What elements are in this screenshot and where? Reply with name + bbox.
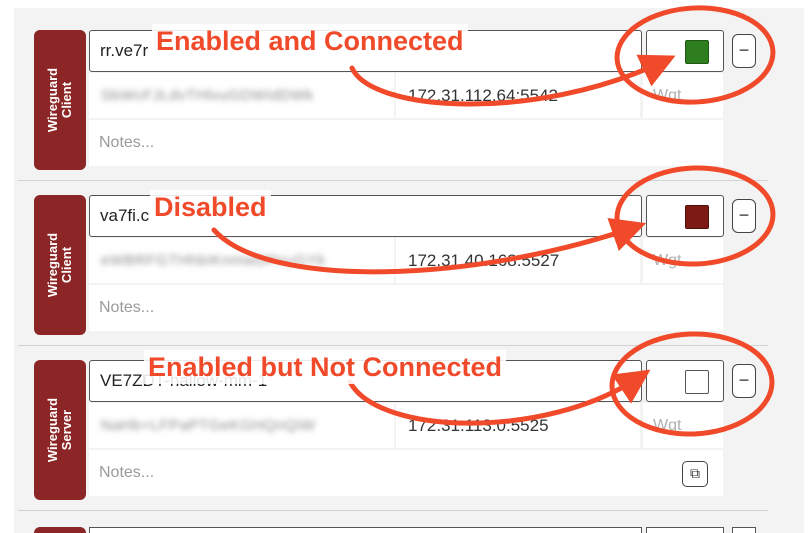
peer-list: Wireguard Client rr.ve7r − SbWcFJLdvTHlv… — [0, 0, 810, 533]
status-indicator — [685, 370, 709, 394]
remove-peer-button[interactable]: − — [732, 364, 756, 398]
annotation-label: Disabled — [150, 190, 271, 224]
minus-icon: − — [738, 370, 750, 390]
annotation-label: Enabled and Connected — [152, 24, 468, 58]
minus-icon: − — [738, 40, 750, 60]
peer-entry-partial — [89, 527, 642, 533]
remove-peer-button[interactable]: − — [732, 199, 756, 233]
divider — [18, 510, 768, 511]
endpoint-field[interactable]: 172.31.113.0:5525 — [396, 403, 640, 448]
peer-type-badge: Wireguard Server — [34, 360, 86, 500]
status-indicator — [685, 40, 709, 64]
public-key-value: eWBRFGTHhbIKnmwDPnuGYk — [101, 252, 326, 269]
peer-type-badge: Wireguard Client — [34, 30, 86, 170]
status-toggle[interactable] — [646, 195, 724, 237]
peer-entry-partial — [646, 527, 724, 533]
public-key-field[interactable]: SbWcFJLdvTHlvuGDWIdDWk — [89, 73, 394, 118]
peer-entry-partial — [732, 527, 756, 533]
peer-entry-partial — [34, 527, 86, 533]
minus-icon: − — [738, 205, 750, 225]
notes-field[interactable]: Notes... — [89, 285, 723, 331]
remove-peer-button[interactable]: − — [732, 34, 756, 68]
status-toggle[interactable] — [646, 360, 724, 402]
peer-entry: Wireguard Client va7fi.c − eWBRFGTHhbIKn… — [0, 173, 810, 338]
weight-field[interactable]: Wgt — [643, 238, 723, 283]
peer-type-label: Wireguard Client — [45, 232, 74, 298]
status-toggle[interactable] — [646, 30, 724, 72]
weight-field[interactable]: Wgt — [643, 403, 723, 448]
copy-icon: ⧉ — [690, 465, 700, 481]
public-key-value: SbWcFJLdvTHlvuGDWIdDWk — [101, 87, 314, 104]
peer-type-label: Wireguard Server — [45, 397, 74, 463]
public-key-field[interactable]: NaHb+LFPaPTGeKGHQnQiW — [89, 403, 394, 448]
public-key-field[interactable]: eWBRFGTHhbIKnmwDPnuGYk — [89, 238, 394, 283]
copy-button[interactable]: ⧉ — [682, 461, 708, 487]
public-key-value: NaHb+LFPaPTGeKGHQnQiW — [101, 417, 316, 434]
notes-field[interactable]: Notes... — [89, 450, 723, 496]
weight-field[interactable]: Wgt — [643, 73, 723, 118]
peer-type-badge: Wireguard Client — [34, 195, 86, 335]
status-indicator — [685, 205, 709, 229]
endpoint-field[interactable]: 172.31.112.64:5542 — [396, 73, 640, 118]
notes-field[interactable]: Notes... — [89, 120, 723, 166]
annotation-label: Enabled but Not Connected — [144, 350, 506, 384]
endpoint-field[interactable]: 172.31.40.168:5527 — [396, 238, 640, 283]
peer-type-label: Wireguard Client — [45, 67, 74, 133]
